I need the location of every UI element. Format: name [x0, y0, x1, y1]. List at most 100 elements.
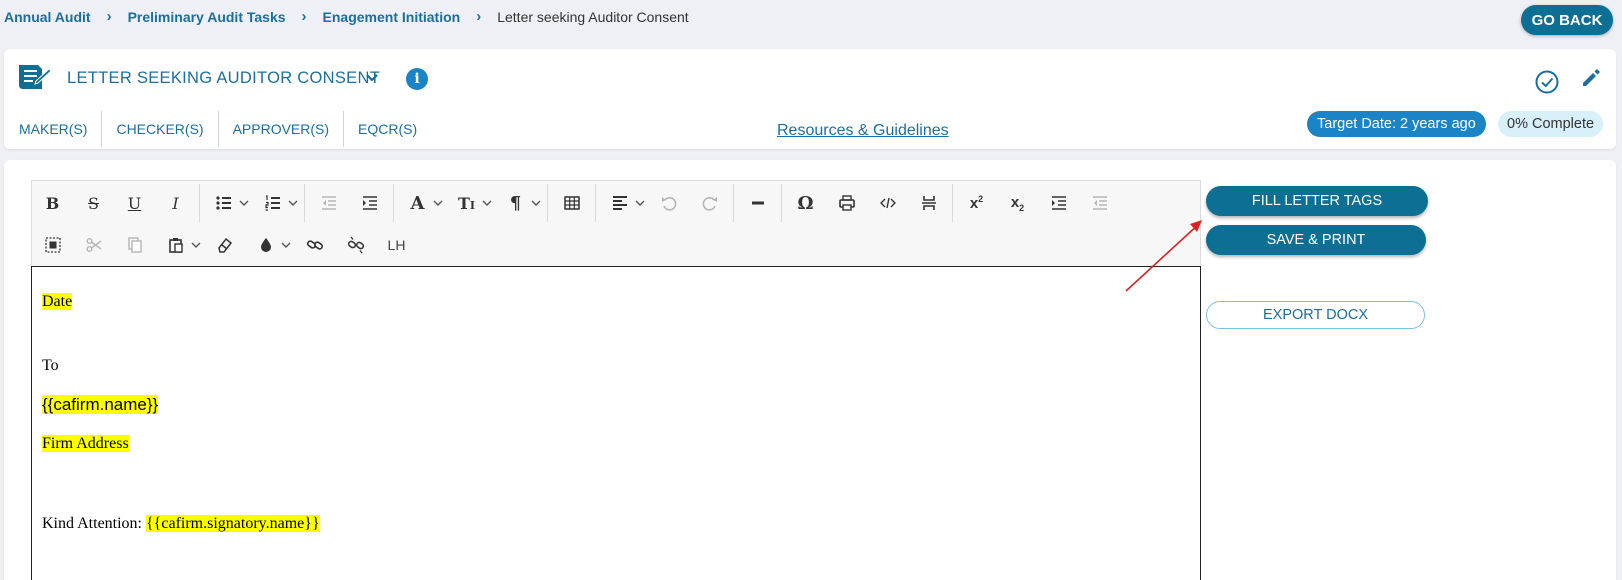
scissors-icon [86, 238, 101, 252]
insert-table-button[interactable] [551, 185, 592, 221]
check-circle-icon[interactable] [1534, 69, 1560, 95]
signatory-tag: {{cafirm.signatory.name}} [146, 515, 320, 532]
eraser-icon [217, 237, 232, 253]
align-button[interactable] [599, 185, 640, 221]
letter-line-firm-name: {{cafirm.name}} [42, 395, 159, 415]
letterhead-button[interactable]: LH [376, 227, 417, 263]
editor-panel: B S U I A TI ¶ Ω x2 x2 LH Date To {{cafi… [4, 160, 1616, 580]
bullet-list-button[interactable] [203, 185, 244, 221]
font-button[interactable]: A [397, 185, 438, 221]
numbered-list-icon [264, 195, 280, 211]
unlink-icon [347, 236, 364, 254]
fill-letter-tags-button[interactable]: FILL LETTER TAGS [1206, 186, 1428, 216]
breadcrumb-annual-audit[interactable]: Annual Audit [4, 9, 91, 25]
go-back-button[interactable]: GO BACK [1521, 5, 1613, 35]
task-header: LETTER SEEKING AUDITOR CONSENT i MAKER(S… [4, 49, 1616, 149]
letter-line-date: Date [42, 293, 73, 311]
save-print-button[interactable]: SAVE & PRINT [1206, 225, 1426, 255]
copy-icon [127, 237, 142, 253]
letter-line-firm-address: Firm Address [42, 435, 129, 453]
print-button[interactable] [826, 185, 867, 221]
superscript-button[interactable]: x2 [956, 185, 997, 221]
export-docx-button[interactable]: EXPORT DOCX [1206, 301, 1425, 329]
outdent-icon [321, 196, 336, 210]
toolbar-divider [595, 184, 596, 222]
letter-line-to: To [42, 357, 59, 374]
code-icon [879, 197, 896, 209]
info-icon[interactable]: i [406, 68, 428, 90]
tab-checkers[interactable]: CHECKER(S) [102, 111, 219, 147]
ink-drop-icon [260, 238, 271, 252]
unlink-button[interactable] [335, 227, 376, 263]
align-left-icon [612, 196, 627, 210]
text-color-button[interactable] [245, 227, 286, 263]
toolbar-divider [733, 184, 734, 222]
source-code-button[interactable] [867, 185, 908, 221]
clear-formatting-button[interactable] [204, 227, 245, 263]
breadcrumb: Annual Audit › Preliminary Audit Tasks ›… [4, 8, 689, 25]
link-icon [306, 240, 323, 250]
redo-button[interactable] [689, 185, 730, 221]
chevron-down-icon[interactable] [364, 70, 380, 86]
chevron-right-icon: › [476, 8, 482, 25]
select-all-button[interactable] [32, 227, 73, 263]
increase-indent-button[interactable] [1038, 185, 1079, 221]
copy-button[interactable] [114, 227, 155, 263]
letter-editor-content[interactable]: Date To {{cafirm.name}} Firm Address Kin… [31, 266, 1201, 580]
bold-button[interactable]: B [32, 185, 73, 221]
paragraph-format-button[interactable]: ¶ [495, 185, 536, 221]
outdent-button[interactable] [308, 185, 349, 221]
indent-button[interactable] [349, 185, 390, 221]
underline-button[interactable]: U [114, 185, 155, 221]
bullet-list-icon [215, 196, 231, 210]
paste-button[interactable] [155, 227, 196, 263]
indent-icon [1051, 196, 1066, 210]
font-size-button[interactable]: TI [446, 185, 487, 221]
numbered-list-button[interactable] [252, 185, 293, 221]
undo-icon [661, 197, 676, 211]
toolbar-divider [199, 184, 200, 222]
toolbar-divider [304, 184, 305, 222]
tab-approvers[interactable]: APPROVER(S) [219, 111, 345, 147]
editor-toolbar: B S U I A TI ¶ Ω x2 x2 LH [31, 180, 1201, 266]
page-break-button[interactable] [908, 185, 949, 221]
breadcrumb-current: Letter seeking Auditor Consent [497, 8, 689, 25]
undo-button[interactable] [648, 185, 689, 221]
horizontal-line-button[interactable] [737, 185, 778, 221]
tab-makers[interactable]: MAKER(S) [4, 111, 103, 147]
role-tabs: MAKER(S) CHECKER(S) APPROVER(S) EQCR(S) [4, 111, 431, 147]
decrease-indent-button[interactable] [1079, 185, 1120, 221]
special-character-button[interactable]: Ω [785, 185, 826, 221]
target-date-badge: Target Date: 2 years ago [1307, 111, 1486, 137]
chevron-right-icon: › [106, 8, 112, 25]
horizontal-line-icon [751, 201, 764, 205]
breadcrumb-engagement-initiation[interactable]: Enagement Initiation [323, 9, 461, 25]
indent-icon [362, 196, 377, 210]
toolbar-divider [781, 184, 782, 222]
strikethrough-button[interactable]: S [73, 185, 114, 221]
kind-attention-label: Kind Attention: [42, 515, 146, 532]
print-icon [838, 195, 855, 211]
chevron-right-icon: › [301, 8, 307, 25]
document-icon [19, 65, 52, 89]
page-break-icon [921, 196, 936, 210]
italic-button[interactable]: I [155, 185, 196, 221]
toolbar-divider [952, 184, 953, 222]
letter-line-kind-attention: Kind Attention: {{cafirm.signatory.name}… [42, 515, 320, 533]
insert-link-button[interactable] [294, 227, 335, 263]
resources-guidelines-link[interactable]: Resources & Guidelines [777, 122, 949, 140]
table-icon [563, 196, 580, 210]
tab-eqcrs[interactable]: EQCR(S) [344, 111, 431, 147]
toolbar-row-1: B S U I A TI ¶ Ω x2 x2 [32, 183, 1120, 223]
outdent-icon [1092, 196, 1107, 210]
subscript-button[interactable]: x2 [997, 185, 1038, 221]
date-placeholder: Date [42, 293, 73, 310]
clipboard-icon [168, 238, 183, 253]
toolbar-row-2: LH [32, 225, 417, 265]
cut-button[interactable] [73, 227, 114, 263]
pencil-icon[interactable] [1580, 67, 1602, 89]
breadcrumb-preliminary-audit-tasks[interactable]: Preliminary Audit Tasks [128, 9, 286, 25]
select-all-icon [44, 237, 61, 253]
toolbar-divider [547, 184, 548, 222]
completion-badge: 0% Complete [1498, 111, 1604, 137]
